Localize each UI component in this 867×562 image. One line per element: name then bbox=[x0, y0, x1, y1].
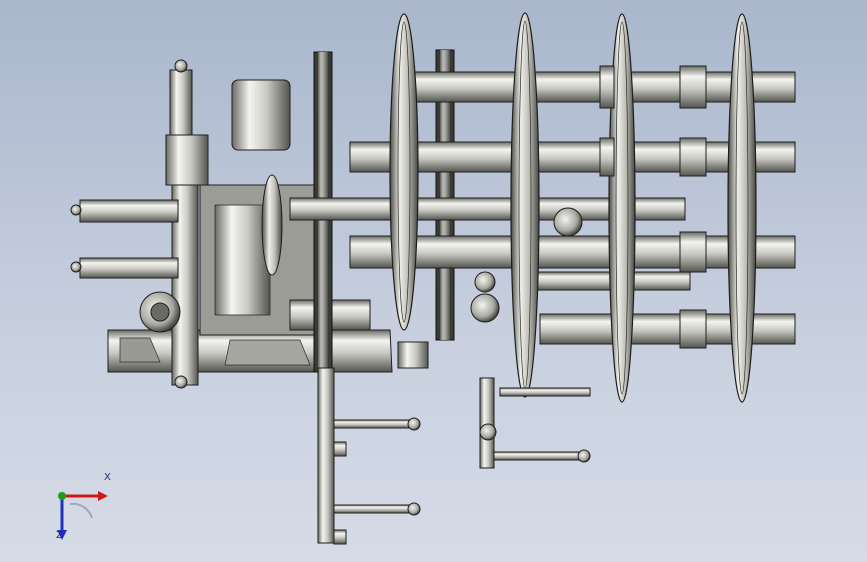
lower-linkage-left[interactable] bbox=[317, 367, 421, 545]
base-housing[interactable] bbox=[107, 329, 393, 373]
triad-axes-icon bbox=[57, 491, 108, 540]
z-axis-label: Z bbox=[56, 530, 63, 541]
coordinate-triad: X Z bbox=[40, 472, 120, 548]
x-axis-label: X bbox=[104, 472, 111, 483]
wheel-2[interactable] bbox=[510, 12, 540, 398]
lower-linkage-right[interactable] bbox=[397, 341, 591, 469]
triad-arc bbox=[69, 502, 93, 519]
graphics-viewport[interactable]: X Z bbox=[0, 0, 867, 562]
y-axis-dot bbox=[58, 492, 66, 500]
x-axis-head bbox=[98, 491, 108, 501]
gearbox-assembly-model[interactable] bbox=[0, 0, 867, 562]
left-shafts[interactable] bbox=[70, 199, 181, 333]
wheel-4[interactable] bbox=[727, 13, 757, 403]
wheel-1[interactable] bbox=[389, 13, 419, 331]
